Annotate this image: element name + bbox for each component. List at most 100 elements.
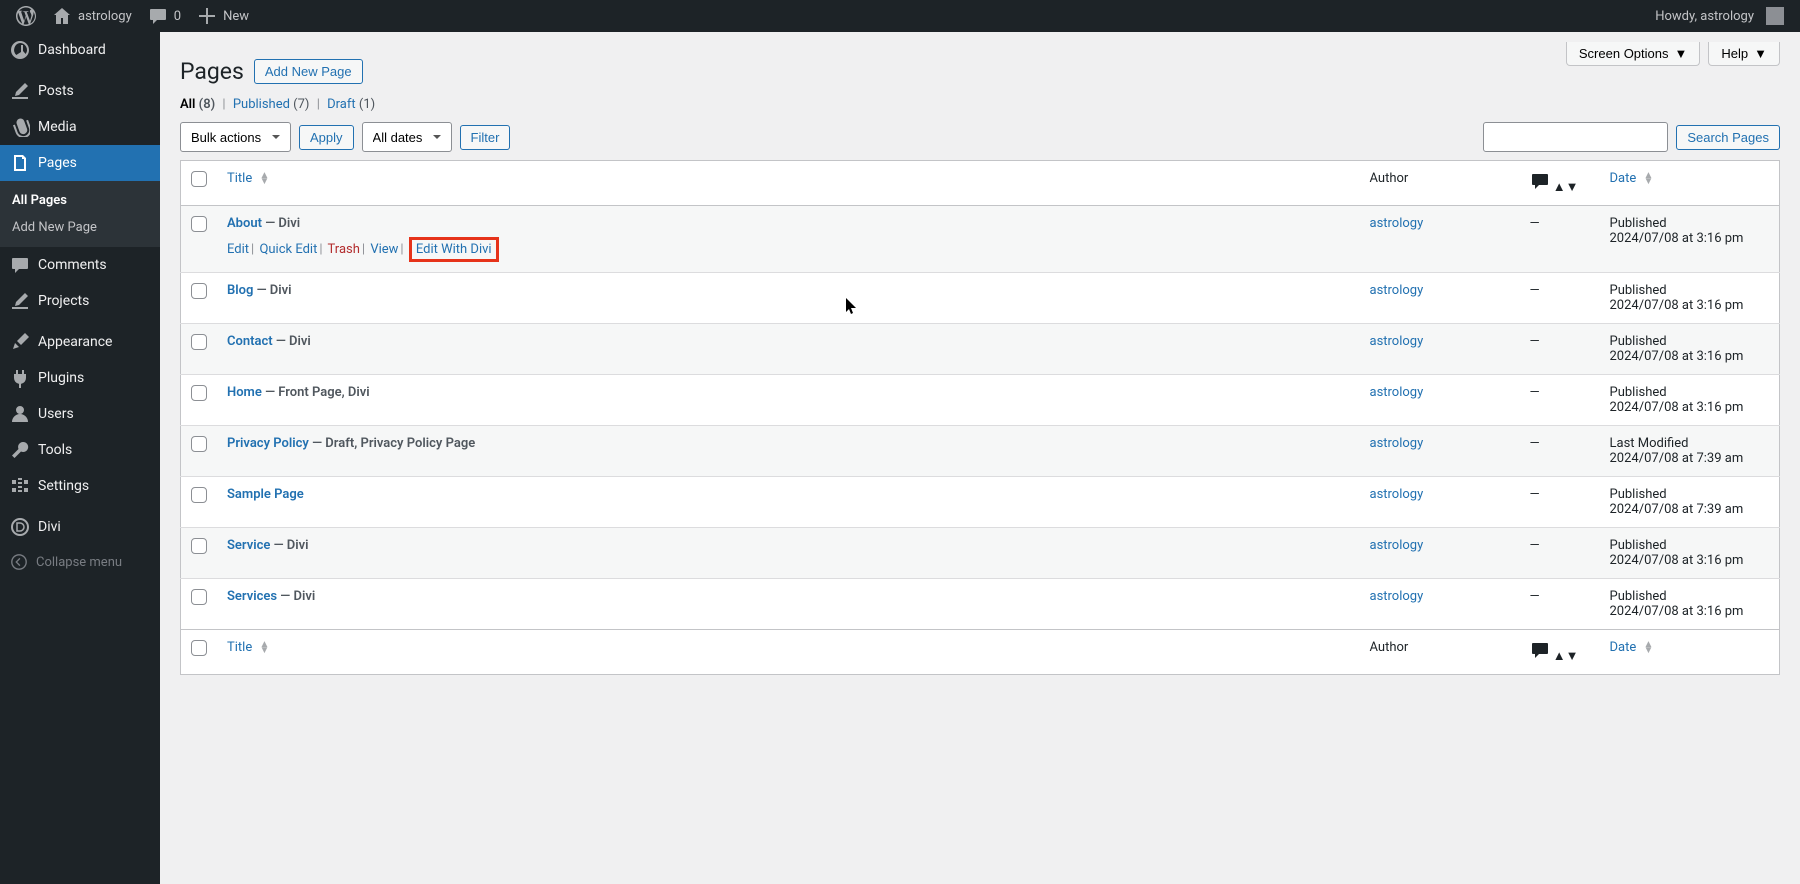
author-link[interactable]: astrology xyxy=(1370,283,1424,298)
help-label: Help xyxy=(1721,46,1748,61)
search-pages-button[interactable]: Search Pages xyxy=(1676,125,1780,150)
row-checkbox[interactable] xyxy=(191,538,207,554)
pages-icon xyxy=(10,153,30,173)
page-title-link[interactable]: Contact xyxy=(227,334,273,349)
search-area: Search Pages xyxy=(1483,122,1780,152)
sidebar-item-tools[interactable]: Tools xyxy=(0,432,160,468)
add-new-page-button[interactable]: Add New Page xyxy=(254,59,363,84)
row-checkbox[interactable] xyxy=(191,436,207,452)
table-row: Contact — Divi astrology — Published 202… xyxy=(181,324,1780,375)
comments-cell: — xyxy=(1520,426,1600,477)
page-title-link[interactable]: About xyxy=(227,216,262,231)
row-checkbox[interactable] xyxy=(191,589,207,605)
sidebar-item-users[interactable]: Users xyxy=(0,396,160,432)
sidebar-item-pages[interactable]: Pages xyxy=(0,145,160,181)
comments-cell: — xyxy=(1520,273,1600,324)
date-cell: Published 2024/07/08 at 3:16 pm xyxy=(1600,528,1780,579)
edit-with-divi-link[interactable]: Edit With Divi xyxy=(416,242,492,257)
table-row: Sample Page astrology — Published 2024/0… xyxy=(181,477,1780,528)
trash-link[interactable]: Trash xyxy=(328,242,360,257)
column-date-footer[interactable]: Date ▲▼ xyxy=(1600,630,1780,675)
sidebar-item-divi[interactable]: Divi xyxy=(0,509,160,545)
edit-link[interactable]: Edit xyxy=(227,242,249,257)
howdy-label: Howdy, astrology xyxy=(1655,9,1754,24)
status-text: Published xyxy=(1610,283,1667,298)
page-title-link[interactable]: Home xyxy=(227,385,262,400)
submenu-add-new[interactable]: Add New Page xyxy=(0,214,160,241)
column-comments-footer[interactable]: ▲▼ xyxy=(1520,630,1600,675)
tools-icon xyxy=(10,440,30,460)
date-text: 2024/07/08 at 7:39 am xyxy=(1610,451,1744,466)
row-checkbox[interactable] xyxy=(191,216,207,232)
status-text: Published xyxy=(1610,487,1667,502)
new-content-button[interactable]: New xyxy=(189,0,257,32)
sidebar-item-settings[interactable]: Settings xyxy=(0,468,160,504)
sidebar-item-projects[interactable]: Projects xyxy=(0,283,160,319)
author-link[interactable]: astrology xyxy=(1370,216,1424,231)
admin-bar-left: astrology 0 New xyxy=(8,0,257,32)
row-checkbox[interactable] xyxy=(191,385,207,401)
filter-button[interactable]: Filter xyxy=(460,125,511,150)
row-checkbox[interactable] xyxy=(191,487,207,503)
page-title-link[interactable]: Blog xyxy=(227,283,253,298)
comments-cell: — xyxy=(1520,579,1600,630)
apply-button[interactable]: Apply xyxy=(299,125,354,150)
author-link[interactable]: astrology xyxy=(1370,589,1424,604)
page-title-link[interactable]: Sample Page xyxy=(227,487,304,502)
select-all-checkbox[interactable] xyxy=(191,171,207,187)
sidebar-item-dashboard[interactable]: Dashboard xyxy=(0,32,160,68)
filter-published-label: Published xyxy=(233,97,290,112)
collapse-menu-button[interactable]: Collapse menu xyxy=(0,545,160,579)
comments-icon xyxy=(10,255,30,275)
sidebar-item-appearance[interactable]: Appearance xyxy=(0,324,160,360)
site-home-button[interactable]: astrology xyxy=(44,0,140,32)
user-account-button[interactable]: Howdy, astrology xyxy=(1647,0,1792,32)
help-button[interactable]: Help ▼ xyxy=(1708,42,1780,66)
date-text: 2024/07/08 at 3:16 pm xyxy=(1610,604,1744,619)
screen-options-button[interactable]: Screen Options ▼ xyxy=(1566,42,1700,66)
filter-all[interactable]: All (8) xyxy=(180,97,218,112)
column-title-header[interactable]: Title ▲▼ xyxy=(217,161,1360,206)
settings-icon xyxy=(10,476,30,496)
sidebar-item-media[interactable]: Media xyxy=(0,109,160,145)
quick-edit-link[interactable]: Quick Edit xyxy=(259,242,317,257)
search-input[interactable] xyxy=(1483,122,1668,152)
author-link[interactable]: astrology xyxy=(1370,334,1424,349)
sidebar-item-posts[interactable]: Posts xyxy=(0,73,160,109)
sidebar-item-comments[interactable]: Comments xyxy=(0,247,160,283)
admin-sidebar: Dashboard Posts Media Pages All Pages Ad… xyxy=(0,32,160,884)
sidebar-item-plugins[interactable]: Plugins xyxy=(0,360,160,396)
row-checkbox[interactable] xyxy=(191,334,207,350)
filter-draft[interactable]: Draft (1) xyxy=(327,97,375,112)
comments-cell: — xyxy=(1520,206,1600,273)
page-title-link[interactable]: Services xyxy=(227,589,277,604)
home-icon xyxy=(52,6,72,26)
author-link[interactable]: astrology xyxy=(1370,538,1424,553)
page-title-link[interactable]: Service xyxy=(227,538,270,553)
sidebar-label: Dashboard xyxy=(38,42,106,58)
submenu-all-pages[interactable]: All Pages xyxy=(0,187,160,214)
author-link[interactable]: astrology xyxy=(1370,436,1424,451)
date-filter-select[interactable]: All dates xyxy=(362,122,452,152)
filter-published[interactable]: Published (7) xyxy=(233,97,313,112)
page-title-suffix: — Front Page, Divi xyxy=(262,385,370,400)
wp-logo-button[interactable] xyxy=(8,0,44,32)
column-date-header[interactable]: Date ▲▼ xyxy=(1600,161,1780,206)
sidebar-submenu: All Pages Add New Page xyxy=(0,181,160,247)
column-title-footer[interactable]: Title ▲▼ xyxy=(217,630,1360,675)
comment-icon xyxy=(148,6,168,26)
comments-cell: — xyxy=(1520,324,1600,375)
author-link[interactable]: astrology xyxy=(1370,487,1424,502)
select-all-checkbox-bottom[interactable] xyxy=(191,640,207,656)
comments-button[interactable]: 0 xyxy=(140,0,189,32)
status-text: Last Modified xyxy=(1610,436,1689,451)
filter-all-label: All xyxy=(180,97,195,112)
sort-indicator-icon: ▲▼ xyxy=(1643,173,1653,185)
view-link[interactable]: View xyxy=(370,242,398,257)
row-checkbox[interactable] xyxy=(191,283,207,299)
page-title-link[interactable]: Privacy Policy xyxy=(227,436,309,451)
page-title-suffix: — Divi xyxy=(277,589,315,604)
bulk-actions-select[interactable]: Bulk actions xyxy=(180,122,291,152)
column-comments-header[interactable]: ▲▼ xyxy=(1520,161,1600,206)
author-link[interactable]: astrology xyxy=(1370,385,1424,400)
